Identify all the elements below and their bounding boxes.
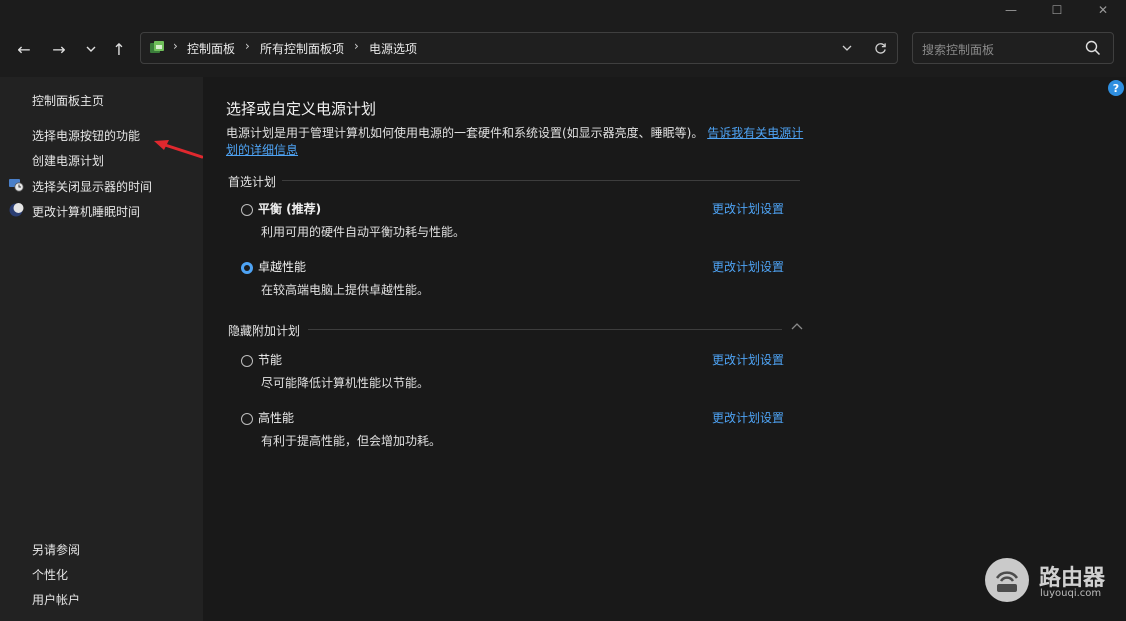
sidebar-item-user-accounts[interactable]: 用户帐户 <box>32 591 80 608</box>
arrow-up-icon: ↑ <box>112 39 126 59</box>
recent-locations-button[interactable] <box>78 37 104 61</box>
annotation-arrow-icon <box>154 140 204 159</box>
breadcrumb-power-options[interactable]: 电源选项 <box>369 40 417 57</box>
plan-desc-ultimate: 在较高端电脑上提供卓越性能。 <box>261 283 430 297</box>
chevron-down-icon <box>86 46 96 52</box>
plan-desc-balanced: 利用可用的硬件自动平衡功耗与性能。 <box>261 225 466 239</box>
plan-name-power-saver[interactable]: 节能 <box>258 351 282 368</box>
arrow-right-icon: → <box>52 39 66 59</box>
minimize-button[interactable]: — <box>988 0 1034 20</box>
page-description: 电源计划是用于管理计算机如何使用电源的一套硬件和系统设置(如显示器亮度、睡眠等)… <box>226 125 806 159</box>
plan-name-high-performance[interactable]: 高性能 <box>258 409 294 426</box>
search-icon[interactable] <box>1085 40 1101 56</box>
plan-name-balanced[interactable]: 平衡 (推荐) <box>258 200 321 217</box>
navigation-bar: ← → ↑ › 控制面板 › 所有控制面板项 › 电源选项 搜索控制面板 <box>0 28 1126 72</box>
plan-radio-high-performance[interactable] <box>241 413 253 425</box>
change-plan-settings-high-performance[interactable]: 更改计划设置 <box>712 409 784 426</box>
display-timer-icon <box>9 179 24 192</box>
chevron-down-icon <box>842 45 852 51</box>
breadcrumb-separator: › <box>245 39 250 53</box>
breadcrumb-control-panel[interactable]: 控制面板 <box>187 40 235 57</box>
plan-radio-ultimate[interactable] <box>241 262 253 274</box>
address-bar[interactable]: › 控制面板 › 所有控制面板项 › 电源选项 <box>140 32 898 64</box>
page-title: 选择或自定义电源计划 <box>226 100 377 118</box>
plan-desc-power-saver: 尽可能降低计算机性能以节能。 <box>261 376 430 390</box>
arrow-left-icon: ← <box>17 39 31 59</box>
divider <box>282 180 800 181</box>
address-history-button[interactable] <box>837 38 857 58</box>
refresh-button[interactable] <box>869 38 891 58</box>
search-input[interactable]: 搜索控制面板 <box>922 41 994 58</box>
title-bar: — ☐ ✕ <box>0 0 1126 28</box>
change-plan-settings-balanced[interactable]: 更改计划设置 <box>712 200 784 217</box>
maximize-button[interactable]: ☐ <box>1034 0 1080 20</box>
sidebar-item-sleep[interactable]: 更改计算机睡眠时间 <box>32 203 140 220</box>
change-plan-settings-ultimate[interactable]: 更改计划设置 <box>712 258 784 275</box>
breadcrumb-separator: › <box>173 39 178 53</box>
back-button[interactable]: ← <box>11 37 37 61</box>
plan-radio-power-saver[interactable] <box>241 355 253 367</box>
close-button[interactable]: ✕ <box>1080 0 1126 20</box>
watermark: 路由器 luyouqi.com <box>985 558 1125 606</box>
sidebar-item-create-plan[interactable]: 创建电源计划 <box>32 152 104 169</box>
plan-name-ultimate[interactable]: 卓越性能 <box>258 258 306 275</box>
breadcrumb-all-items[interactable]: 所有控制面板项 <box>260 40 344 57</box>
chevron-up-icon[interactable] <box>790 322 804 332</box>
divider <box>308 329 782 330</box>
sidebar-item-power-button[interactable]: 选择电源按钮的功能 <box>32 127 140 144</box>
refresh-icon <box>874 42 886 54</box>
hidden-plans-heading: 隐藏附加计划 <box>228 324 301 338</box>
plan-desc-high-performance: 有利于提高性能，但会增加功耗。 <box>261 434 442 448</box>
help-icon[interactable]: ? <box>1108 80 1124 96</box>
breadcrumb-separator: › <box>354 39 359 53</box>
watermark-subtitle: luyouqi.com <box>1040 588 1102 599</box>
sidebar-item-personalization[interactable]: 个性化 <box>32 566 68 583</box>
search-box[interactable]: 搜索控制面板 <box>912 32 1114 64</box>
sidebar-item-home[interactable]: 控制面板主页 <box>32 92 104 109</box>
sidebar-item-display-off[interactable]: 选择关闭显示器的时间 <box>32 178 152 195</box>
change-plan-settings-power-saver[interactable]: 更改计划设置 <box>712 351 784 368</box>
preferred-plans-heading: 首选计划 <box>228 175 277 189</box>
router-logo-icon <box>985 558 1029 602</box>
control-panel-icon <box>150 41 164 53</box>
sleep-moon-icon <box>9 203 24 217</box>
see-also-heading: 另请参阅 <box>32 543 81 557</box>
up-button[interactable]: ↑ <box>106 37 132 61</box>
description-text: 电源计划是用于管理计算机如何使用电源的一套硬件和系统设置(如显示器亮度、睡眠等)… <box>226 126 704 140</box>
plan-radio-balanced[interactable] <box>241 204 253 216</box>
forward-button[interactable]: → <box>46 37 72 61</box>
